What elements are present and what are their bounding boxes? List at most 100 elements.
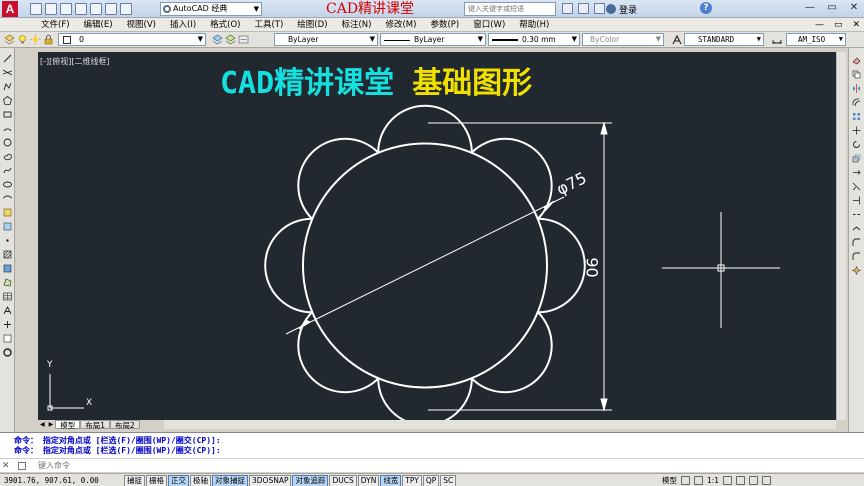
make-block-icon[interactable]	[3, 222, 12, 231]
menu-tools[interactable]: 工具(T)	[247, 18, 290, 32]
close-icon[interactable]: ✕	[2, 461, 10, 471]
layer-state-icon[interactable]	[238, 34, 249, 45]
subscription-icon[interactable]	[578, 3, 589, 14]
status-toggle-button[interactable]: 3DOSNAP	[249, 475, 292, 486]
mirror-tool-icon[interactable]	[852, 84, 861, 93]
close-button[interactable]: ✕	[846, 1, 862, 15]
quick-view-drawings-icon[interactable]	[694, 476, 703, 485]
lineweight-select[interactable]: 0.30 mm ▼	[488, 33, 580, 46]
status-toggle-button[interactable]: TPY	[402, 475, 422, 486]
wrench-icon[interactable]	[18, 462, 26, 470]
command-input[interactable]: 键入命令	[38, 460, 70, 471]
polygon-tool-icon[interactable]	[3, 96, 12, 105]
color-select[interactable]: ByLayer ▼	[274, 33, 378, 46]
annotation-scale[interactable]: 1:1	[707, 476, 719, 485]
menu-view[interactable]: 视图(V)	[120, 18, 163, 32]
make-current-layer-icon[interactable]	[212, 34, 223, 45]
status-toggle-button[interactable]: QP	[422, 475, 440, 486]
new-file-icon[interactable]	[30, 3, 42, 15]
viewport-label[interactable]: [-][俯视][二维线框]	[40, 56, 110, 67]
status-toggle-button[interactable]: 正交	[168, 475, 189, 486]
save-as-icon[interactable]	[75, 3, 87, 15]
layer-properties-icon[interactable]	[4, 34, 15, 45]
layer-select[interactable]: 0 ▼	[58, 33, 206, 46]
chamfer-tool-icon[interactable]	[852, 238, 861, 247]
status-toggle-button[interactable]: 栅格	[146, 475, 167, 486]
open-file-icon[interactable]	[45, 3, 57, 15]
dim-style-select[interactable]: AM_ISO ▼	[786, 33, 846, 46]
undo-icon[interactable]	[105, 3, 117, 15]
status-toggle-button[interactable]: 对象追踪	[292, 475, 329, 486]
stretch-tool-icon[interactable]	[852, 168, 861, 177]
move-tool-icon[interactable]	[852, 126, 861, 135]
tab-nav-next-icon[interactable]: ▶	[47, 420, 56, 429]
tab-layout2[interactable]: 布局2	[110, 420, 140, 430]
status-toggle-button[interactable]: SC	[440, 475, 457, 486]
clean-screen-icon[interactable]	[762, 476, 772, 485]
drawing-close-button[interactable]: ✕	[852, 19, 860, 31]
rotate-tool-icon[interactable]	[852, 140, 861, 149]
lock-icon[interactable]	[43, 34, 54, 45]
revcloud-tool-icon[interactable]	[3, 152, 12, 161]
communication-icon[interactable]	[594, 3, 605, 14]
ellipse-arc-tool-icon[interactable]	[3, 194, 12, 203]
lock-icon[interactable]	[749, 476, 759, 485]
break-tool-icon[interactable]	[852, 210, 861, 219]
menu-window[interactable]: 窗口(W)	[466, 18, 512, 32]
autocad-logo-icon[interactable]: A	[2, 1, 18, 17]
status-toggle-button[interactable]: DUCS	[329, 475, 357, 486]
status-toggle-button[interactable]: DYN	[357, 475, 380, 486]
save-icon[interactable]	[60, 3, 72, 15]
workspace-select[interactable]: AutoCAD 经典 ▼	[160, 2, 262, 16]
redo-icon[interactable]	[120, 3, 132, 15]
table-tool-icon[interactable]	[3, 292, 12, 301]
drawing-restore-button[interactable]: ▭	[834, 19, 843, 31]
array-tool-icon[interactable]	[852, 112, 861, 121]
trim-tool-icon[interactable]	[852, 182, 861, 191]
drawing-canvas[interactable]: [-][俯视][二维线框] CAD精讲课堂 基础图形 φ75 90 Y X	[38, 52, 836, 420]
explode-tool-icon[interactable]	[852, 266, 861, 275]
menu-parametric[interactable]: 参数(P)	[423, 18, 466, 32]
sun-icon[interactable]	[30, 34, 41, 45]
erase-tool-icon[interactable]	[852, 56, 861, 65]
workspace-switch-icon[interactable]	[736, 476, 746, 485]
menu-insert[interactable]: 插入(I)	[163, 18, 203, 32]
tab-model[interactable]: 模型	[55, 420, 81, 430]
status-toggle-button[interactable]: 对象捕捉	[212, 475, 248, 486]
ellipse-tool-icon[interactable]	[3, 180, 12, 189]
scale-tool-icon[interactable]	[852, 154, 861, 163]
insert-block-icon[interactable]	[3, 208, 12, 217]
menu-dimension[interactable]: 标注(N)	[334, 18, 378, 32]
gradient-tool-icon[interactable]	[3, 264, 12, 273]
linetype-select[interactable]: ByLayer ▼	[380, 33, 486, 46]
lightbulb-icon[interactable]	[17, 34, 28, 45]
line-tool-icon[interactable]	[3, 54, 12, 63]
menu-edit[interactable]: 编辑(E)	[77, 18, 120, 32]
copy-tool-icon[interactable]	[852, 70, 861, 79]
rectangle-tool-icon[interactable]	[3, 110, 12, 119]
help-search-input[interactable]: 键入关键字或短语	[464, 2, 556, 16]
horizontal-scrollbar[interactable]	[164, 420, 836, 429]
wipeout-tool-icon[interactable]	[3, 334, 12, 343]
add-selected-icon[interactable]	[3, 320, 12, 329]
fillet-tool-icon[interactable]	[852, 252, 861, 261]
model-space-button[interactable]: 模型	[662, 475, 677, 486]
polyline-tool-icon[interactable]	[3, 82, 12, 91]
tab-layout1[interactable]: 布局1	[80, 420, 111, 430]
status-toggle-button[interactable]: 极轴	[190, 475, 211, 486]
annotation-visibility-icon[interactable]	[723, 476, 733, 485]
menu-file[interactable]: 文件(F)	[34, 18, 77, 32]
menu-format[interactable]: 格式(O)	[203, 18, 247, 32]
region-tool-icon[interactable]	[3, 278, 12, 287]
maximize-button[interactable]: ▭	[824, 1, 840, 15]
vertical-scrollbar[interactable]	[836, 52, 846, 420]
menu-help[interactable]: 帮助(H)	[512, 18, 556, 32]
text-style-select[interactable]: STANDARD ▼	[684, 33, 764, 46]
menu-draw[interactable]: 绘图(D)	[290, 18, 334, 32]
status-toggle-button[interactable]: 线宽	[380, 475, 402, 486]
menu-modify[interactable]: 修改(M)	[378, 18, 423, 32]
offset-tool-icon[interactable]	[852, 98, 861, 107]
point-tool-icon[interactable]	[3, 236, 12, 245]
spline-tool-icon[interactable]	[3, 166, 12, 175]
mtext-tool-icon[interactable]	[3, 306, 12, 315]
